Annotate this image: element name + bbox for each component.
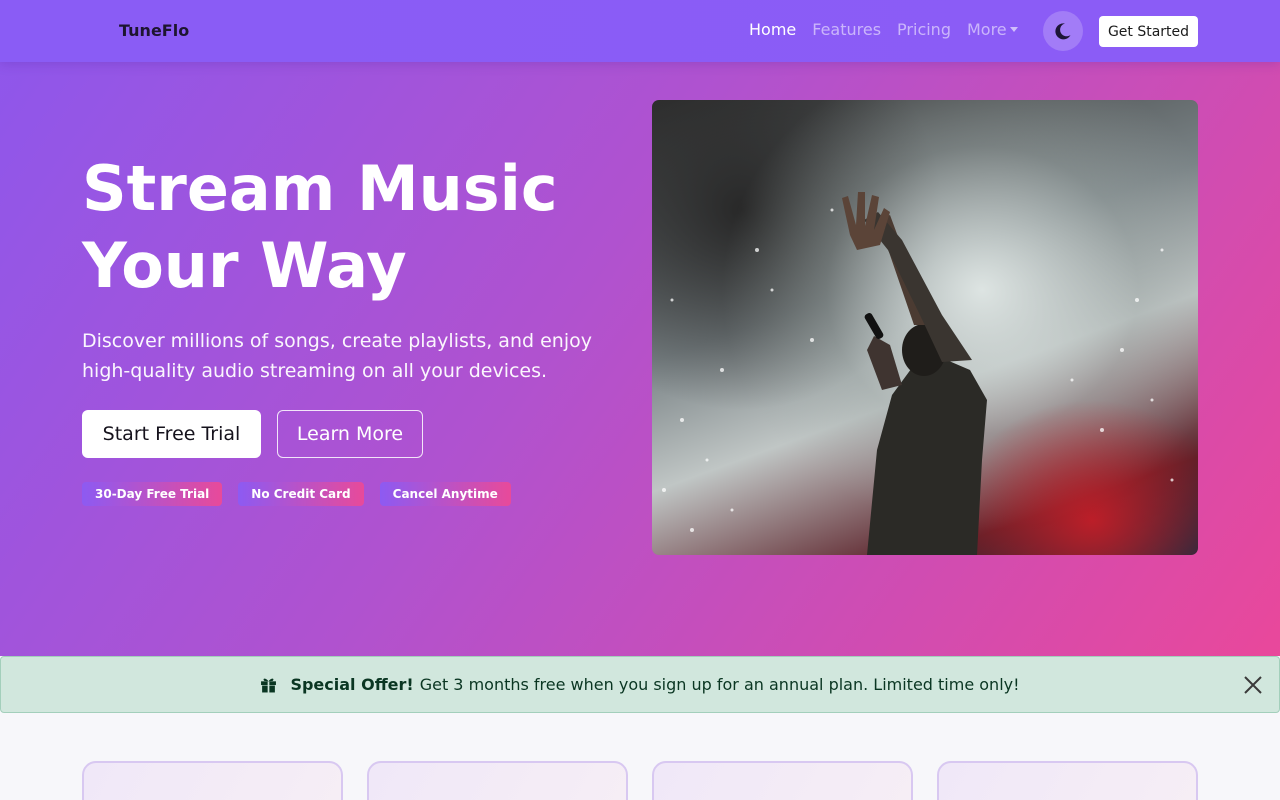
- feature-card: [367, 761, 628, 800]
- hero-title: Stream Music Your Way: [82, 150, 642, 304]
- concert-singer-image: [652, 100, 1198, 555]
- badge-cancel-anytime: Cancel Anytime: [379, 482, 511, 506]
- nav-dropdown-more[interactable]: More: [967, 20, 1018, 39]
- alert-message: Get 3 months free when you sign up for a…: [419, 675, 1020, 694]
- nav-links: Home Features Pricing More: [749, 20, 1034, 39]
- badge-no-credit-card: No Credit Card: [238, 482, 364, 506]
- moon-icon: [1055, 23, 1071, 40]
- special-offer-alert: Special Offer! Get 3 months free when yo…: [0, 656, 1280, 713]
- hero-title-line-2: Your Way: [82, 229, 407, 302]
- start-free-trial-button[interactable]: Start Free Trial: [82, 410, 261, 458]
- hero-title-line-1: Stream Music: [82, 152, 558, 225]
- navbar: TuneFlo Home Features Pricing More Get S…: [0, 0, 1280, 62]
- close-icon[interactable]: [1241, 673, 1265, 697]
- alert-title: Special Offer!: [290, 675, 414, 694]
- learn-more-button[interactable]: Learn More: [277, 410, 423, 458]
- hero-subtitle: Discover millions of songs, create playl…: [82, 330, 592, 382]
- get-started-button[interactable]: Get Started: [1099, 16, 1198, 47]
- gift-icon: [260, 676, 277, 693]
- hero-badges: 30-Day Free Trial No Credit Card Cancel …: [82, 482, 527, 506]
- brand-logo[interactable]: TuneFlo: [119, 21, 189, 40]
- badge-free-trial: 30-Day Free Trial: [82, 482, 223, 506]
- feature-card: [937, 761, 1198, 800]
- theme-toggle-button[interactable]: [1043, 11, 1083, 51]
- hero-section: Stream Music Your Way Discover millions …: [0, 0, 1280, 656]
- nav-link-pricing[interactable]: Pricing: [897, 20, 951, 39]
- nav-more-label: More: [966, 20, 1007, 39]
- chevron-down-icon: [1009, 27, 1018, 32]
- nav-link-home[interactable]: Home: [749, 20, 796, 39]
- feature-card: [652, 761, 913, 800]
- nav-link-features[interactable]: Features: [812, 20, 881, 39]
- feature-card: [82, 761, 343, 800]
- singer-silhouette: [662, 192, 1174, 555]
